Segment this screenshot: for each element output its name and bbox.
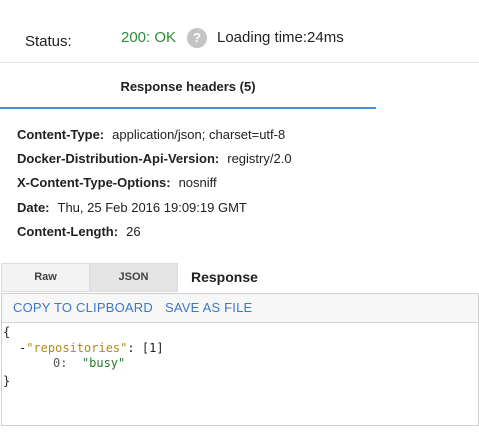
save-as-file-button[interactable]: SAVE AS FILE: [165, 300, 252, 315]
response-panel: COPY TO CLIPBOARD SAVE AS FILE { -"repos…: [1, 293, 479, 426]
json-property-line: -"repositories": [1]: [19, 341, 164, 356]
question-icon[interactable]: ?: [187, 28, 207, 48]
json-close-brace: }: [3, 374, 11, 388]
json-open-brace: {: [3, 325, 11, 339]
header-name: X-Content-Type-Options:: [17, 175, 171, 191]
header-name: Docker-Distribution-Api-Version:: [17, 151, 220, 167]
tab-header-count: (5): [239, 79, 256, 94]
header-name: Date:: [17, 199, 50, 215]
json-array-item: 0: "busy": [53, 356, 125, 371]
json-string-value: "busy": [81, 356, 126, 370]
header-value: registry/2.0: [227, 151, 292, 167]
header-row: Content-Type: application/json; charset=u…: [17, 127, 292, 151]
json-array-close: ]: [156, 341, 164, 355]
json-array-open: [: [141, 341, 150, 355]
header-row: X-Content-Type-Options: nosniff: [17, 175, 292, 199]
header-row: Date: Thu, 25 Feb 2016 19:09:19 GMT: [17, 200, 292, 224]
header-value: Thu, 25 Feb 2016 19:09:19 GMT: [57, 199, 247, 215]
tab-response-headers[interactable]: Response headers (5): [0, 63, 376, 109]
response-headers-list: Content-Type: application/json; charset=u…: [17, 127, 292, 248]
loading-time: Loading time:24ms: [217, 29, 344, 46]
copy-to-clipboard-button[interactable]: COPY TO CLIPBOARD: [13, 300, 153, 315]
json-colon: :: [127, 341, 135, 355]
tab-response-headers-label: Response headers (5): [0, 79, 376, 94]
header-value: nosniff: [178, 175, 217, 191]
status-label: Status:: [25, 33, 72, 50]
status-bar: Status: 200: OK ? Loading time:24ms: [0, 0, 479, 62]
header-name: Content-Type:: [17, 127, 105, 142]
status-code: 200: OK: [121, 29, 177, 46]
tab-label-text: Response headers: [120, 79, 237, 94]
tab-raw[interactable]: Raw: [1, 263, 90, 292]
header-row: Content-Length: 26: [17, 224, 292, 248]
response-title: Response: [191, 269, 258, 285]
tab-json[interactable]: JSON: [89, 263, 178, 292]
header-name: Content-Length:: [17, 223, 119, 239]
header-row: Docker-Distribution-Api-Version: registry…: [17, 151, 292, 175]
json-index: 0:: [53, 356, 68, 370]
json-key: "repositories": [26, 341, 128, 355]
response-action-bar: COPY TO CLIPBOARD SAVE AS FILE: [2, 294, 478, 323]
header-value: 26: [126, 223, 141, 239]
header-value: application/json; charset=utf-8: [112, 127, 286, 142]
response-view-tabs: Raw JSON Response: [1, 263, 479, 293]
